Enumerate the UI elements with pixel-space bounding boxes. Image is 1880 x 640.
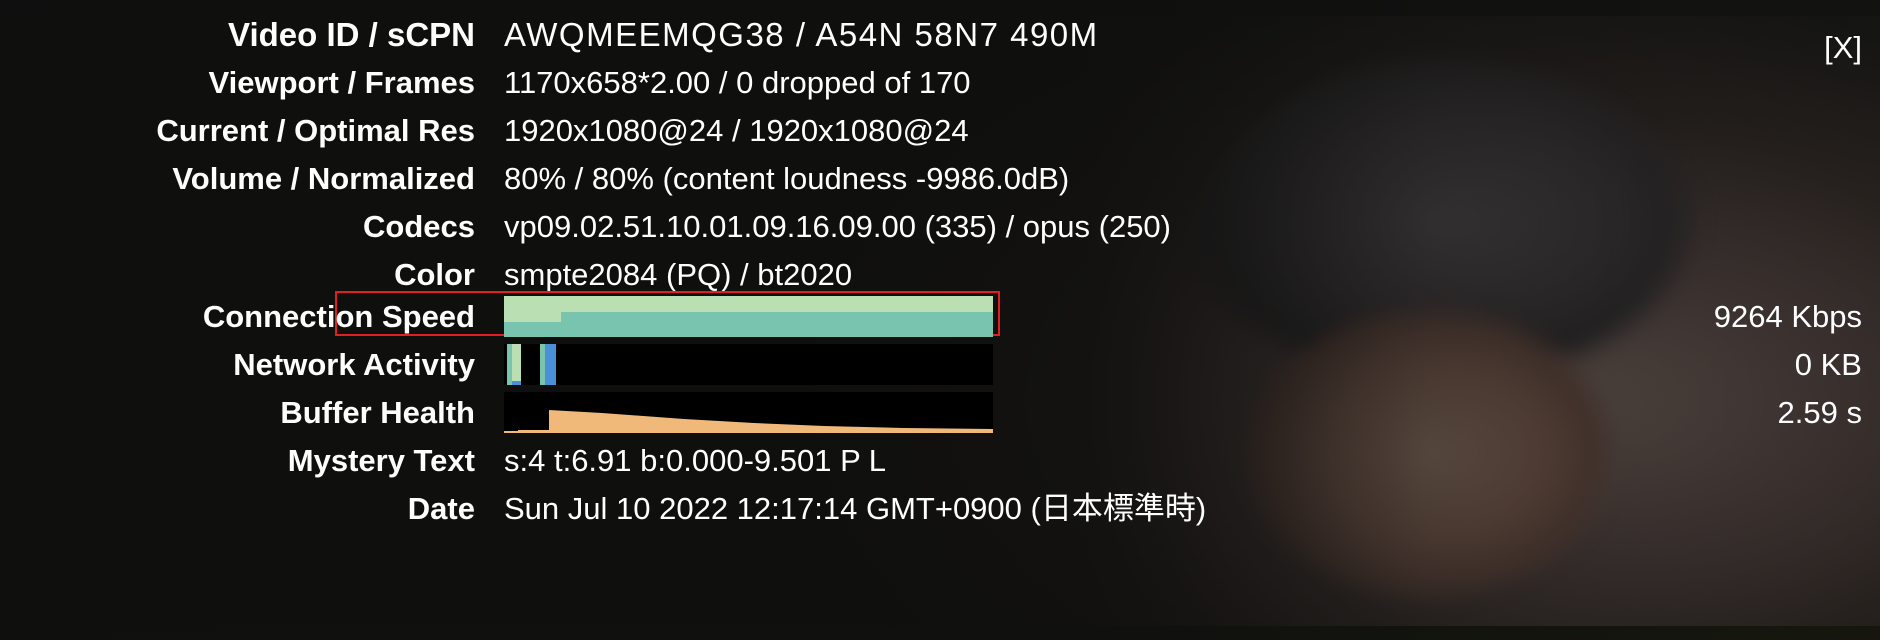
stats-row-current-optimal-res: Current / Optimal Res 1920x1080@24 / 192…	[0, 106, 1880, 154]
stats-row-network-activity: Network Activity 0 KB	[0, 340, 1880, 388]
stats-row-mystery-text: Mystery Text s:4 t:6.91 b:0.000-9.501 P …	[0, 436, 1880, 484]
stats-label-volume-normalized: Volume / Normalized	[172, 160, 475, 196]
video-player-stage: [X] Video ID / sCPN AWQMEEMQG38 / A54N 5…	[0, 0, 1880, 640]
buffer-health-readout: 2.59 s	[1777, 394, 1862, 430]
stats-label-date: Date	[407, 490, 475, 526]
network-activity-chart	[504, 343, 993, 385]
stats-value-mystery-text: s:4 t:6.91 b:0.000-9.501 P L	[504, 442, 887, 478]
stats-label-connection-speed: Connection Speed	[202, 298, 475, 334]
network-activity-graph	[504, 343, 993, 385]
stats-row-connection-speed: Connection Speed 9264 Kbps	[0, 292, 1880, 340]
stats-label-codecs: Codecs	[363, 208, 475, 244]
stats-row-viewport-frames: Viewport / Frames 1170x658*2.00 / 0 drop…	[0, 58, 1880, 106]
stats-value-viewport-frames: 1170x658*2.00 / 0 dropped of 170	[504, 64, 971, 100]
connection-speed-graph	[504, 295, 993, 337]
stats-label-video-id: Video ID / sCPN	[228, 15, 475, 53]
connection-speed-readout: 9264 Kbps	[1713, 298, 1862, 334]
stats-value-volume-normalized: 80% / 80% (content loudness -9986.0dB)	[504, 160, 1070, 196]
stats-row-codecs: Codecs vp09.02.51.10.01.09.16.09.00 (335…	[0, 202, 1880, 250]
connection-speed-chart	[504, 295, 993, 337]
network-activity-readout: 0 KB	[1794, 346, 1862, 382]
stats-value-color: smpte2084 (PQ) / bt2020	[504, 256, 853, 292]
stats-value-video-id: AWQMEEMQG38 / A54N 58N7 490M	[504, 15, 1099, 53]
stats-row-color: Color smpte2084 (PQ) / bt2020	[0, 250, 1880, 298]
stats-for-nerds-panel: [X] Video ID / sCPN AWQMEEMQG38 / A54N 5…	[0, 0, 1880, 640]
stats-row-video-id: Video ID / sCPN AWQMEEMQG38 / A54N 58N7 …	[0, 10, 1880, 58]
stats-label-viewport-frames: Viewport / Frames	[208, 64, 475, 100]
stats-value-date: Sun Jul 10 2022 12:17:14 GMT+0900 (日本標準時…	[504, 490, 1207, 526]
stats-label-color: Color	[394, 256, 475, 292]
stats-row-volume-normalized: Volume / Normalized 80% / 80% (content l…	[0, 154, 1880, 202]
stats-row-buffer-health: Buffer Health 2.59 s	[0, 388, 1880, 436]
stats-label-mystery-text: Mystery Text	[287, 442, 475, 478]
stats-row-date: Date Sun Jul 10 2022 12:17:14 GMT+0900 (…	[0, 484, 1880, 532]
buffer-health-graph	[504, 391, 993, 433]
stats-value-codecs: vp09.02.51.10.01.09.16.09.00 (335) / opu…	[504, 208, 1171, 244]
stats-label-current-optimal-res: Current / Optimal Res	[156, 112, 475, 148]
stats-label-buffer-health: Buffer Health	[280, 394, 475, 430]
stats-value-current-optimal-res: 1920x1080@24 / 1920x1080@24	[504, 112, 969, 148]
buffer-health-chart	[504, 391, 993, 433]
stats-label-network-activity: Network Activity	[233, 346, 475, 382]
